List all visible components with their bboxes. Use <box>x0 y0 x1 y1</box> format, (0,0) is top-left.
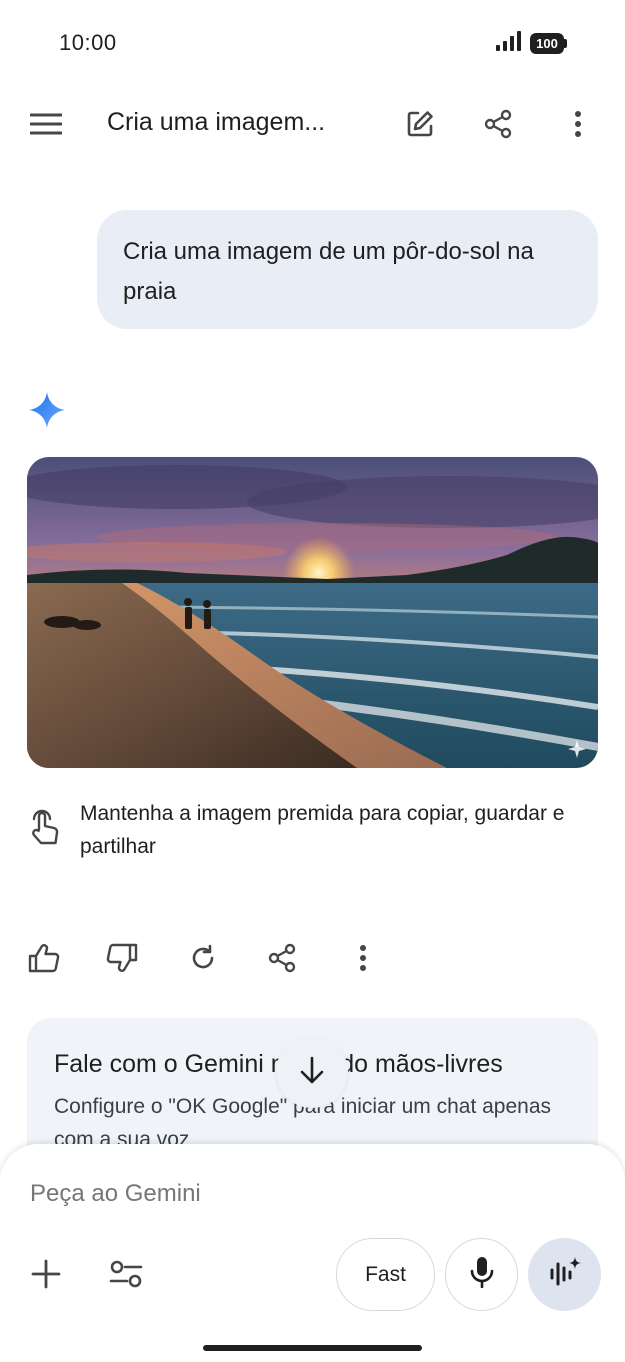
mic-button[interactable] <box>445 1238 518 1311</box>
edit-icon[interactable] <box>396 100 444 148</box>
status-icons: 100 <box>496 31 567 56</box>
share-icon[interactable] <box>258 934 306 982</box>
more-vert-icon[interactable] <box>339 934 387 982</box>
status-bar: 10:00 100 <box>0 0 625 86</box>
chat-title[interactable]: Cria uma imagem... <box>107 108 325 137</box>
battery-level: 100 <box>530 33 564 54</box>
arrow-down-icon <box>298 1055 326 1090</box>
prompt-input[interactable] <box>30 1180 590 1208</box>
battery-icon: 100 <box>530 33 567 54</box>
touch-hold-icon <box>27 807 63 847</box>
thumb-down-icon[interactable] <box>98 934 146 982</box>
thumb-up-icon[interactable] <box>20 934 68 982</box>
response-actions <box>20 934 420 984</box>
top-app-bar: Cria uma imagem... <box>0 86 625 162</box>
signal-icon <box>496 31 522 56</box>
generated-image[interactable] <box>27 457 598 768</box>
more-vert-icon[interactable] <box>554 100 602 148</box>
hint-row: Mantenha a imagem premida para copiar, g… <box>27 797 587 867</box>
user-message-bubble: Cria uma imagem de um pôr-do-sol na prai… <box>97 210 598 329</box>
menu-icon[interactable] <box>22 100 70 148</box>
hint-text: Mantenha a imagem premida para copiar, g… <box>80 802 565 858</box>
gemini-live-icon <box>548 1255 582 1294</box>
mic-icon <box>470 1256 494 1293</box>
model-mode-button[interactable]: Fast <box>336 1238 435 1311</box>
gemini-spark-icon <box>27 390 67 430</box>
tools-icon[interactable] <box>102 1250 150 1298</box>
share-icon[interactable] <box>474 100 522 148</box>
input-panel: Fast <box>0 1144 625 1362</box>
scroll-down-button[interactable] <box>276 1036 348 1108</box>
gemini-live-button[interactable] <box>528 1238 601 1311</box>
status-time: 10:00 <box>59 30 117 55</box>
home-indicator[interactable] <box>203 1345 422 1351</box>
regenerate-icon[interactable] <box>179 934 227 982</box>
plus-icon[interactable] <box>22 1250 70 1298</box>
